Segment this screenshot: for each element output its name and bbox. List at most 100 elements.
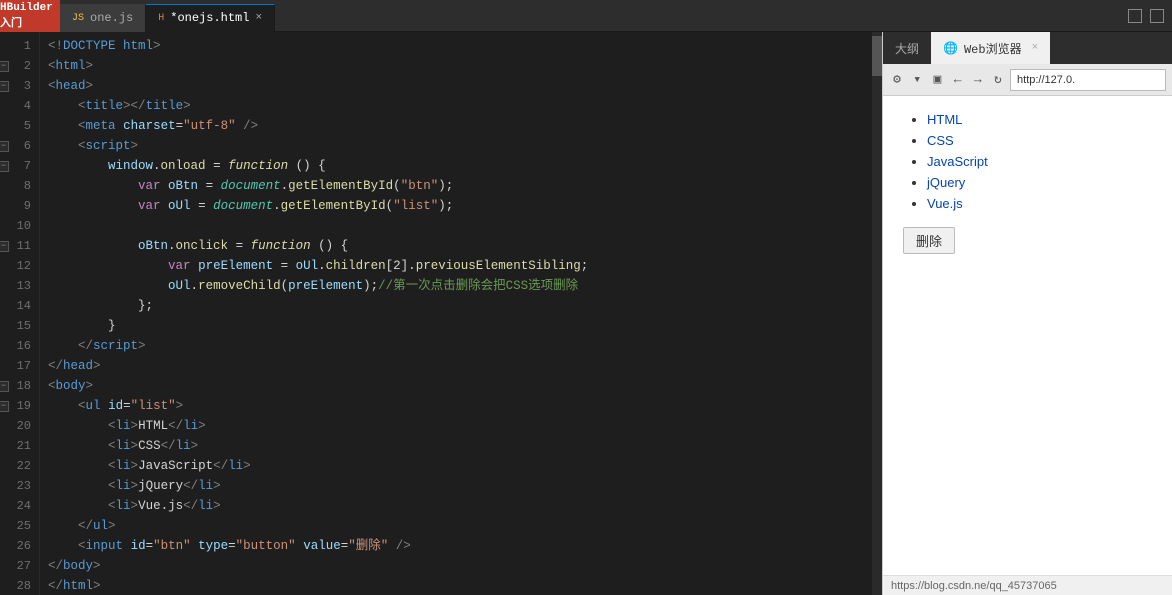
- line-number-15: 15: [0, 316, 39, 336]
- line-numbers: 1−2−345−6−78910−11121314151617−18−192021…: [0, 32, 40, 595]
- tab-bar: JS one.js H *onejs.html ×: [60, 0, 1128, 32]
- line-number-21: 21: [0, 436, 39, 456]
- line-number-16: 16: [0, 336, 39, 356]
- line-number-28: 28: [0, 576, 39, 595]
- line-number-23: 23: [0, 476, 39, 496]
- browser-list-link[interactable]: JavaScript: [927, 154, 988, 169]
- fold-icon-11[interactable]: −: [0, 241, 9, 252]
- fold-icon-6[interactable]: −: [0, 141, 9, 152]
- line-number-27: 27: [0, 556, 39, 576]
- outline-tab[interactable]: 大纲: [883, 32, 931, 64]
- line-number-2: −2: [0, 56, 39, 76]
- refresh-button[interactable]: ↻: [990, 69, 1006, 91]
- code-line-4: <title></title>: [48, 96, 872, 116]
- title-bar: HBuilder入门 JS one.js H *onejs.html ×: [0, 0, 1172, 32]
- code-line-25: </ul>: [48, 516, 872, 536]
- code-line-21: <li>CSS</li>: [48, 436, 872, 456]
- scrollbar-thumb[interactable]: [872, 36, 882, 76]
- browser-list-item: jQuery: [927, 175, 1152, 190]
- code-line-6: <script>: [48, 136, 872, 156]
- line-number-1: 1: [0, 36, 39, 56]
- right-panel-tabs: 大纲 🌐 Web浏览器 ×: [883, 32, 1172, 64]
- fold-icon-7[interactable]: −: [0, 161, 9, 172]
- line-number-8: 8: [0, 176, 39, 196]
- fold-icon-19[interactable]: −: [0, 401, 9, 412]
- browser-close-icon[interactable]: ×: [1032, 42, 1039, 54]
- line-number-11: −11: [0, 236, 39, 256]
- code-line-19: <ul id="list">: [48, 396, 872, 416]
- browser-content: HTML CSS JavaScript jQuery Vue.js 删除: [883, 96, 1172, 575]
- code-line-1: <!DOCTYPE html>: [48, 36, 872, 56]
- line-number-22: 22: [0, 456, 39, 476]
- code-line-15: }: [48, 316, 872, 336]
- code-line-18: <body>: [48, 376, 872, 396]
- line-number-5: 5: [0, 116, 39, 136]
- browser-list: HTML CSS JavaScript jQuery Vue.js: [903, 112, 1152, 211]
- line-number-13: 13: [0, 276, 39, 296]
- line-number-20: 20: [0, 416, 39, 436]
- code-line-28: </html>: [48, 576, 872, 595]
- code-line-8: var oBtn = document.getElementById("btn"…: [48, 176, 872, 196]
- globe-icon: 🌐: [943, 41, 958, 56]
- browser-list-link[interactable]: CSS: [927, 133, 954, 148]
- line-number-18: −18: [0, 376, 39, 396]
- right-panel: 大纲 🌐 Web浏览器 × ⚙ ▼ ▣ ← → ↻ HTML CSS JavaScr…: [882, 32, 1172, 595]
- url-bar[interactable]: [1010, 69, 1166, 91]
- line-number-3: −3: [0, 76, 39, 96]
- code-line-17: </head>: [48, 356, 872, 376]
- code-line-2: <html>: [48, 56, 872, 76]
- tab-close-button[interactable]: ×: [255, 12, 262, 24]
- code-area[interactable]: <!DOCTYPE html><html><head> <title></tit…: [40, 32, 872, 595]
- code-line-24: <li>Vue.js</li>: [48, 496, 872, 516]
- editor-panel: 1−2−345−6−78910−11121314151617−18−192021…: [0, 32, 882, 595]
- fold-icon-3[interactable]: −: [0, 81, 9, 92]
- line-number-12: 12: [0, 256, 39, 276]
- line-number-10: 10: [0, 216, 39, 236]
- js-file-icon: JS: [72, 13, 84, 24]
- code-line-27: </body>: [48, 556, 872, 576]
- line-number-14: 14: [0, 296, 39, 316]
- fold-icon-18[interactable]: −: [0, 381, 9, 392]
- line-number-7: −7: [0, 156, 39, 176]
- browser-tab[interactable]: 🌐 Web浏览器 ×: [931, 32, 1050, 64]
- settings-dropdown-button[interactable]: ▼: [909, 69, 925, 91]
- delete-button[interactable]: 删除: [903, 227, 955, 254]
- code-line-7: window.onload = function () {: [48, 156, 872, 176]
- code-line-10: [48, 216, 872, 236]
- html-file-icon: H: [158, 13, 164, 24]
- minimize-button[interactable]: [1128, 9, 1142, 23]
- tab-one-js[interactable]: JS one.js: [60, 4, 146, 32]
- browser-list-item: CSS: [927, 133, 1152, 148]
- tab-onejs-html[interactable]: H *onejs.html ×: [146, 4, 275, 32]
- code-line-3: <head>: [48, 76, 872, 96]
- line-number-4: 4: [0, 96, 39, 116]
- code-line-12: var preElement = oUl.children[2].previou…: [48, 256, 872, 276]
- editor-scrollbar[interactable]: [872, 32, 882, 595]
- line-number-19: −19: [0, 396, 39, 416]
- code-line-22: <li>JavaScript</li>: [48, 456, 872, 476]
- browser-list-item: Vue.js: [927, 196, 1152, 211]
- main-content: 1−2−345−6−78910−11121314151617−18−192021…: [0, 32, 1172, 595]
- browser-list-item: HTML: [927, 112, 1152, 127]
- fold-icon-2[interactable]: −: [0, 61, 9, 72]
- code-line-9: var oUl = document.getElementById("list"…: [48, 196, 872, 216]
- browser-list-link[interactable]: Vue.js: [927, 196, 963, 211]
- browser-status-bar: https://blog.csdn.ne/qq_45737065: [883, 575, 1172, 595]
- code-line-14: };: [48, 296, 872, 316]
- line-number-17: 17: [0, 356, 39, 376]
- browser-list-item: JavaScript: [927, 154, 1152, 169]
- maximize-button[interactable]: [1150, 9, 1164, 23]
- code-line-16: </script>: [48, 336, 872, 356]
- app-logo: HBuilder入门: [0, 0, 60, 32]
- code-line-23: <li>jQuery</li>: [48, 476, 872, 496]
- browser-list-link[interactable]: HTML: [927, 112, 962, 127]
- forward-button[interactable]: →: [970, 69, 986, 91]
- browser-list-link[interactable]: jQuery: [927, 175, 965, 190]
- code-line-13: oUl.removeChild(preElement);//第一次点击删除会把C…: [48, 276, 872, 296]
- settings-button[interactable]: ⚙: [889, 69, 905, 91]
- back-button[interactable]: ←: [950, 69, 966, 91]
- line-number-25: 25: [0, 516, 39, 536]
- code-line-11: oBtn.onclick = function () {: [48, 236, 872, 256]
- screenshot-button[interactable]: ▣: [929, 69, 945, 91]
- line-number-6: −6: [0, 136, 39, 156]
